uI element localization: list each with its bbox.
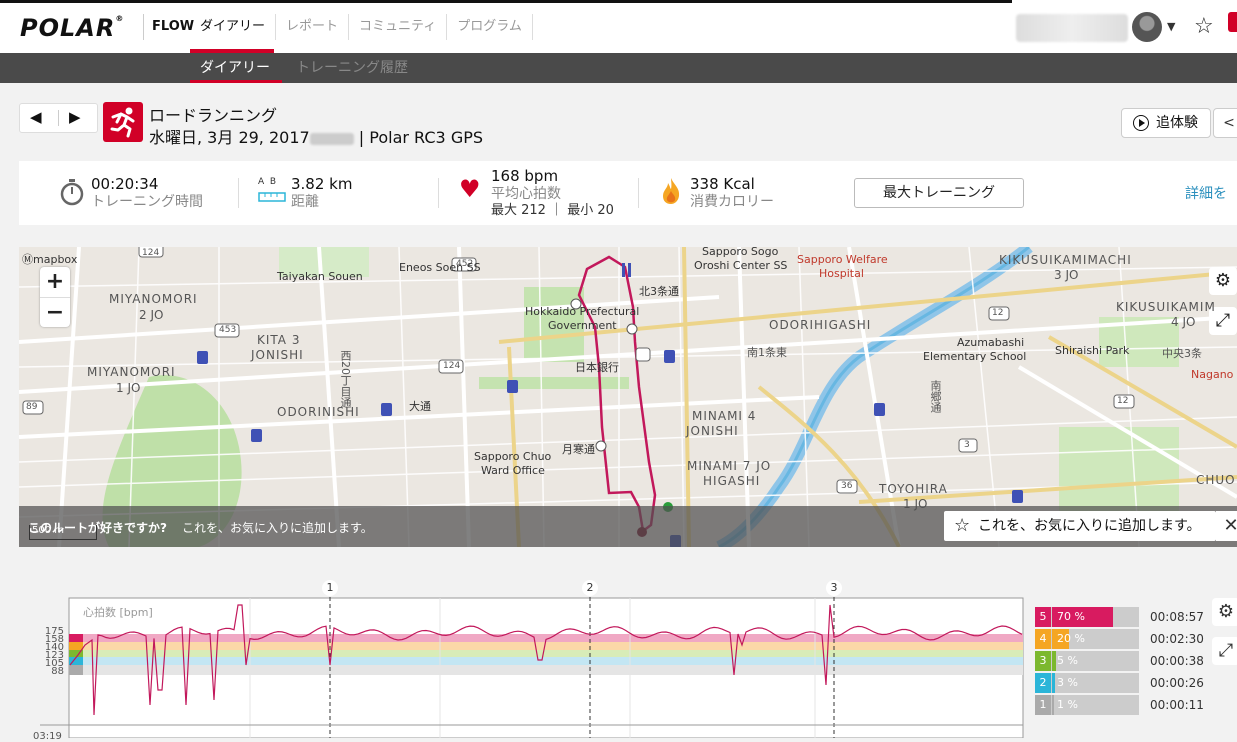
avatar[interactable]	[1132, 12, 1162, 42]
heart-icon: ♥	[459, 175, 481, 203]
hr-zone-time: 00:00:26	[1150, 676, 1204, 690]
star-icon: ☆	[954, 515, 971, 536]
hr-zone-time: 00:08:57	[1150, 610, 1204, 624]
nav-report[interactable]: レポート	[276, 14, 350, 40]
hr-zone-percent: 1 %	[1057, 698, 1078, 711]
hr-zone-1: 1 1 %	[1035, 695, 1139, 715]
lap-marker-1[interactable]: 1	[322, 580, 338, 596]
calories-label: 消費カロリー	[690, 194, 774, 210]
notification-icon[interactable]	[1228, 12, 1237, 32]
details-link[interactable]: 詳細を	[1185, 183, 1227, 203]
zoom-controls: + −	[40, 267, 70, 327]
replay-button[interactable]: 追体験	[1121, 108, 1211, 138]
time-axis-label: 03:19	[33, 731, 62, 742]
favorites-star-icon[interactable]: ☆	[1194, 14, 1214, 39]
mapbox-attribution[interactable]: Ⓜmapbox	[22, 251, 77, 267]
flow-label: FLOW	[143, 14, 194, 40]
close-banner-button[interactable]: ✕	[1216, 511, 1237, 541]
hr-zone-5: 5 70 %	[1035, 607, 1139, 627]
main-nav: ダイアリー レポート コミュニティ プログラム	[190, 14, 533, 40]
prev-arrow-icon[interactable]: ◀	[30, 108, 42, 126]
hr-zone-percent: 70 %	[1057, 610, 1085, 623]
stopwatch-icon	[60, 179, 84, 206]
time-blurred	[309, 132, 354, 145]
chart-settings-gear-icon[interactable]: ⚙	[1212, 598, 1237, 626]
share-icon: <	[1223, 115, 1235, 131]
hr-zone-number: 3	[1035, 651, 1051, 671]
hr-zone-bar	[1052, 673, 1055, 693]
play-icon	[1133, 115, 1149, 131]
zoom-in-button[interactable]: +	[40, 267, 70, 298]
subnav-diary[interactable]: ダイアリー	[200, 53, 270, 83]
user-name-blurred[interactable]	[1016, 14, 1128, 42]
ruler-icon	[258, 192, 286, 202]
session-date: 水曜日, 3月 29, 2017	[149, 128, 310, 147]
map-scale: 500 m	[29, 525, 97, 540]
hr-zone-percent: 5 %	[1057, 654, 1078, 667]
subnav-training-history[interactable]: トレーニング履歴	[296, 53, 408, 83]
zoom-out-button[interactable]: −	[40, 298, 70, 328]
nav-diary[interactable]: ダイアリー	[190, 14, 277, 40]
hr-zone-2: 2 3 %	[1035, 673, 1139, 693]
hr-zone-number: 5	[1035, 607, 1051, 627]
sub-nav-bar	[0, 53, 1237, 83]
hr-zone-time: 00:00:11	[1150, 698, 1204, 712]
chevron-down-icon[interactable]: ▼	[1167, 20, 1175, 33]
hr-zone-number: 4	[1035, 629, 1051, 649]
hr-zone-bar	[1052, 651, 1056, 671]
chart-fullscreen-icon[interactable]: ⤢	[1212, 637, 1237, 665]
duration-label: トレーニング時間	[91, 194, 203, 210]
hr-axis-label: 心拍数 [bpm]	[83, 606, 153, 619]
nav-program[interactable]: プログラム	[447, 14, 533, 40]
hr-zone-4: 4 20 %	[1035, 629, 1139, 649]
max-training-button[interactable]: 最大トレーニング	[854, 178, 1024, 208]
subnav-active-indicator	[190, 80, 282, 83]
share-button[interactable]: <	[1213, 108, 1237, 138]
nav-community[interactable]: コミュニティ	[349, 14, 448, 40]
session-date-device: 水曜日, 3月 29, 2017 | Polar RC3 GPS	[149, 124, 483, 148]
session-pager: ◀ ▶	[19, 103, 98, 133]
hr-chart-svg	[40, 590, 1024, 738]
session-sport-title: ロードランニング	[149, 106, 278, 125]
summary-stats: 00:20:34 トレーニング時間 A B 3.82 km 距離 ♥ 168 b…	[19, 161, 1237, 225]
next-arrow-icon[interactable]: ▶	[69, 108, 81, 126]
hr-zone-time: 00:00:38	[1150, 654, 1204, 668]
hr-zone-time: 00:02:30	[1150, 632, 1204, 646]
hr-zone-number: 1	[1035, 695, 1051, 715]
flame-icon	[663, 178, 680, 204]
hr-zone-3: 3 5 %	[1035, 651, 1139, 671]
session-device: | Polar RC3 GPS	[358, 128, 484, 147]
lap-marker-2[interactable]: 2	[582, 580, 598, 596]
lap-marker-3[interactable]: 3	[826, 580, 842, 596]
hr-minmax: 最大 212 ｜ 最小 20	[491, 203, 614, 218]
favorite-route-banner: このルートが好きですか? これを、お気に入りに追加します。 ☆ これを、お気に入…	[19, 506, 1237, 547]
running-sport-icon	[103, 102, 143, 142]
hr-zone-bar	[1052, 695, 1054, 715]
heart-rate-chart[interactable]: 心拍数 [bpm] 175 158 140 123 105 88 1 2 3 03:19 …	[0, 575, 1237, 742]
hr-zone-number: 2	[1035, 673, 1051, 693]
loading-line	[0, 0, 1012, 3]
add-favorite-button[interactable]: ☆ これを、お気に入りに追加します。	[944, 511, 1216, 541]
banner-text: これを、お気に入りに追加します。	[182, 521, 373, 535]
map-canvas	[19, 247, 1237, 547]
route-map[interactable]: Ⓜmapbox + − ⚙ ⤢ 124 452 453 124 89 12 12…	[19, 247, 1237, 547]
map-settings-gear-icon[interactable]: ⚙	[1209, 267, 1237, 295]
distance-label: 距離	[291, 194, 319, 210]
hr-y-ticks: 175 158 140 123 105 88	[44, 626, 64, 677]
hr-zone-percent: 3 %	[1057, 676, 1078, 689]
hr-zone-percent: 20 %	[1057, 632, 1085, 645]
distance-ab-label: A B	[258, 177, 277, 187]
polar-logo[interactable]: POLAR®	[20, 14, 124, 42]
